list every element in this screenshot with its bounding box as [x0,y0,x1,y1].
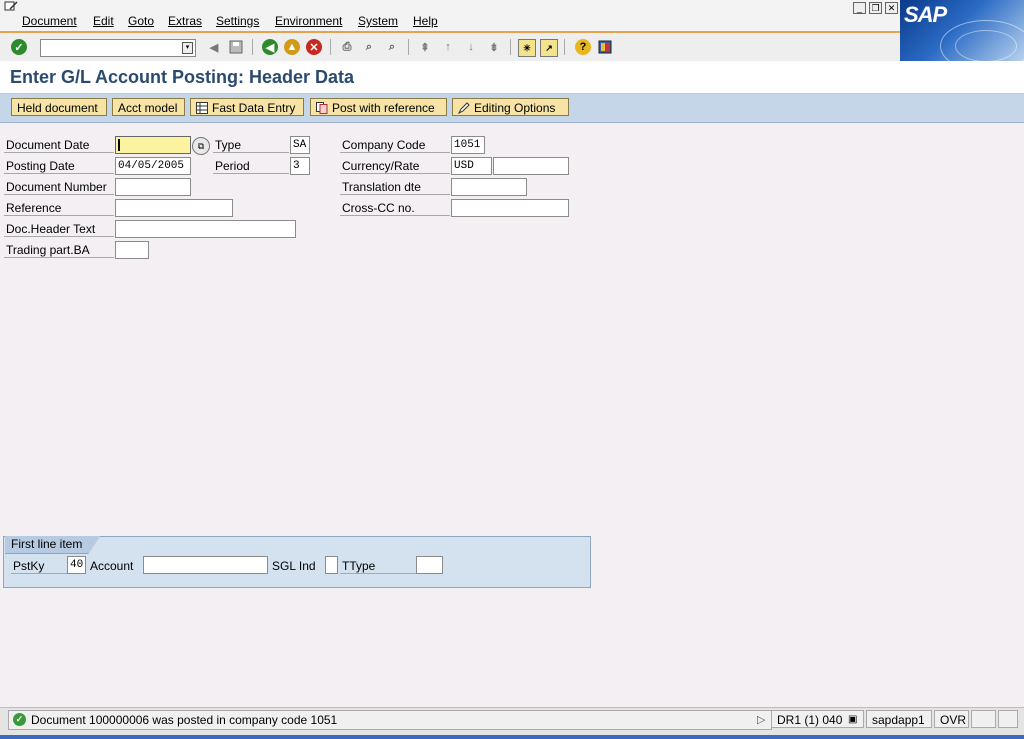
menu-goto[interactable]: Goto [128,14,154,28]
sap-logo: SAP [900,0,1024,62]
command-dropdown-icon[interactable]: ▾ [182,42,193,54]
exit-icon[interactable]: ▲ [284,39,300,55]
find-icon[interactable]: ⌕ [361,39,377,55]
trading-part-ba-label: Trading part.BA [4,242,114,258]
posting-date-field[interactable]: 04/05/2005 [115,157,191,175]
menu-settings[interactable]: Settings [216,14,259,28]
status-resize-grip [998,710,1018,728]
sgl-ind-label: SGL Ind [272,559,316,573]
system-info[interactable]: DR1 (1) 040 ▣ [771,710,864,728]
help-icon[interactable]: ? [575,39,591,55]
minimize-icon[interactable]: _ [853,2,866,14]
save-icon[interactable] [228,39,244,55]
first-line-item-title: First line item [5,536,100,554]
account-label: Account [90,559,134,573]
expand-status-icon[interactable]: ▷ [757,713,765,726]
system-menu-icon[interactable] [4,1,18,12]
acct-model-button[interactable]: Acct model [112,98,185,116]
editing-options-button[interactable]: Editing Options [452,98,569,116]
posting-date-label: Posting Date [4,158,114,174]
type-label: Type [213,137,289,153]
reference-field[interactable] [115,199,233,217]
document-date-label: Document Date [4,137,114,153]
application-toolbar: Held document Acct model Fast Data Entry… [0,94,1024,123]
ttype-field[interactable] [416,556,443,574]
trading-part-ba-field[interactable] [115,241,149,259]
find-next-icon[interactable]: ⌕ [384,39,400,55]
title-bar: Enter G/L Account Posting: Header Data [0,61,1024,94]
print-icon[interactable]: ⎙ [339,39,355,55]
menu-environment[interactable]: Environment [275,14,342,28]
reference-label: Reference [4,200,114,216]
post-with-reference-button[interactable]: Post with reference [310,98,447,116]
menu-bar: Document Edit Goto Extras Settings Envir… [0,0,1024,31]
calendar-icon[interactable]: ⧉ [192,137,210,155]
document-number-label: Document Number [4,179,114,195]
period-field[interactable]: 3 [290,157,310,175]
company-code-field[interactable]: 1051 [451,136,485,154]
previous-page-icon[interactable]: ↑ [440,39,456,55]
doc-header-text-field[interactable] [115,220,296,238]
translation-date-label: Translation dte [340,179,450,195]
menu-system[interactable]: System [358,14,398,28]
menu-document[interactable]: Document [22,14,77,28]
back-icon[interactable]: ◀ [262,39,278,55]
table-icon [196,102,208,114]
sgl-ind-field[interactable] [325,556,338,574]
first-page-icon[interactable]: ⇞ [417,39,433,55]
enter-icon[interactable]: ✓ [11,39,27,55]
fast-data-entry-button[interactable]: Fast Data Entry [190,98,304,116]
exchange-rate-field[interactable] [493,157,569,175]
next-page-icon[interactable]: ↓ [463,39,479,55]
pencil-icon [458,102,470,114]
doc-header-text-label: Doc.Header Text [4,221,114,237]
restore-icon[interactable]: ❐ [869,2,882,14]
standard-toolbar: ✓ ▾ ◀ ◀ ▲ ✕ ⎙ ⌕ ⌕ ⇞ ↑ ↓ ⇟ ✳ ↗ ? [0,31,900,63]
system-info-dropdown-icon[interactable]: ▣ [848,711,857,729]
status-message-text: Document 100000006 was posted in company… [31,713,338,727]
server-name: sapdapp1 [866,710,932,728]
status-message[interactable]: ✓ Document 100000006 was posted in compa… [8,710,772,730]
success-icon: ✓ [13,713,26,726]
type-field[interactable]: SA [290,136,310,154]
menu-edit[interactable]: Edit [93,14,114,28]
status-empty-cell [971,710,996,728]
status-bar: ✓ Document 100000006 was posted in compa… [0,707,1024,739]
currency-rate-label: Currency/Rate [340,158,450,174]
menu-help[interactable]: Help [413,14,438,28]
pstky-label: PstKy [11,558,67,574]
shortcut-icon[interactable]: ↗ [540,39,558,57]
document-date-field[interactable] [115,136,191,154]
menu-extras[interactable]: Extras [168,14,202,28]
document-number-field[interactable] [115,178,191,196]
create-session-icon[interactable]: ✳ [518,39,536,57]
period-label: Period [213,158,289,174]
cancel-icon[interactable]: ✕ [306,39,322,55]
held-document-button[interactable]: Held document [11,98,107,116]
first-line-item-group: First line item PstKy 40 Account SGL Ind… [3,536,591,588]
input-mode[interactable]: OVR [934,710,969,728]
close-icon[interactable]: ✕ [885,2,898,14]
copy-document-icon [316,102,328,114]
translation-date-field[interactable] [451,178,527,196]
last-page-icon[interactable]: ⇟ [486,39,502,55]
account-field[interactable] [143,556,268,574]
command-field[interactable]: ▾ [40,39,196,57]
pstky-field[interactable]: 40 [67,556,86,574]
company-code-label: Company Code [340,137,450,153]
ttype-label: TType [340,558,416,574]
cross-cc-no-field[interactable] [451,199,569,217]
back-arrow-icon[interactable]: ◀ [206,39,222,55]
cross-cc-no-label: Cross-CC no. [340,200,450,216]
currency-field[interactable]: USD [451,157,492,175]
customize-layout-icon[interactable] [597,39,613,55]
page-title: Enter G/L Account Posting: Header Data [10,67,355,87]
